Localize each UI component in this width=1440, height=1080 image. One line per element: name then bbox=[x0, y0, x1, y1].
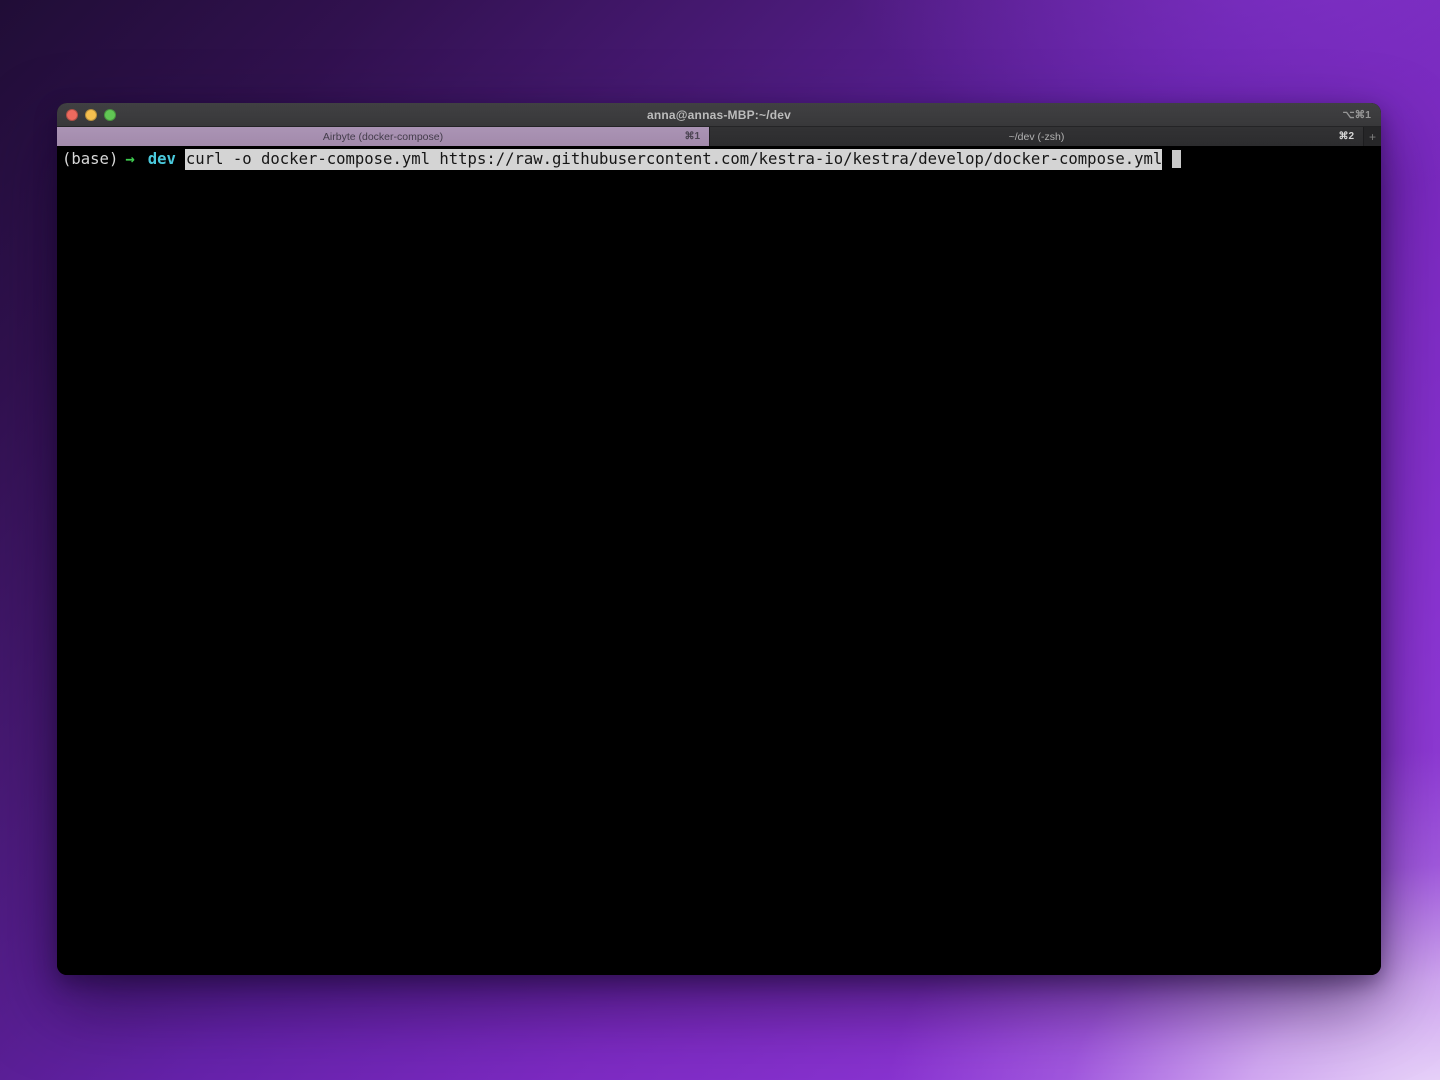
tab-dev-zsh[interactable]: ~/dev (-zsh) ⌘2 bbox=[710, 127, 1364, 146]
conda-env-label: (base) bbox=[62, 150, 118, 168]
titlebar[interactable]: anna@annas-MBP:~/dev ⌥⌘1 bbox=[57, 103, 1381, 127]
tab-shortcut-label: ⌘2 bbox=[1338, 127, 1354, 146]
terminal-content[interactable]: (base) → dev curl -o docker-compose.yml htt… bbox=[57, 146, 1381, 975]
tab-label: ~/dev (-zsh) bbox=[1009, 131, 1065, 143]
close-button[interactable] bbox=[66, 109, 78, 121]
desktop-background: anna@annas-MBP:~/dev ⌥⌘1 Airbyte (docker… bbox=[0, 0, 1440, 1080]
traffic-lights bbox=[66, 103, 116, 126]
tab-label: Airbyte (docker-compose) bbox=[323, 131, 443, 143]
prompt-arrow-icon: → bbox=[125, 150, 134, 168]
plus-icon: + bbox=[1369, 130, 1376, 144]
tab-airbyte-docker-compose[interactable]: Airbyte (docker-compose) ⌘1 bbox=[57, 127, 710, 146]
minimize-button[interactable] bbox=[85, 109, 97, 121]
window-title: anna@annas-MBP:~/dev bbox=[57, 103, 1381, 126]
window-shortcut-label: ⌥⌘1 bbox=[1343, 103, 1371, 126]
prompt-line: (base) → dev curl -o docker-compose.yml htt… bbox=[62, 149, 1381, 170]
new-tab-button[interactable]: + bbox=[1364, 127, 1381, 146]
cwd-label: dev bbox=[148, 150, 176, 168]
terminal-cursor bbox=[1172, 150, 1181, 168]
command-text: curl -o docker-compose.yml https://raw.g… bbox=[185, 149, 1162, 170]
tab-shortcut-label: ⌘1 bbox=[684, 127, 700, 146]
terminal-window: anna@annas-MBP:~/dev ⌥⌘1 Airbyte (docker… bbox=[57, 103, 1381, 975]
tab-bar: Airbyte (docker-compose) ⌘1 ~/dev (-zsh)… bbox=[57, 127, 1381, 146]
zoom-button[interactable] bbox=[104, 109, 116, 121]
